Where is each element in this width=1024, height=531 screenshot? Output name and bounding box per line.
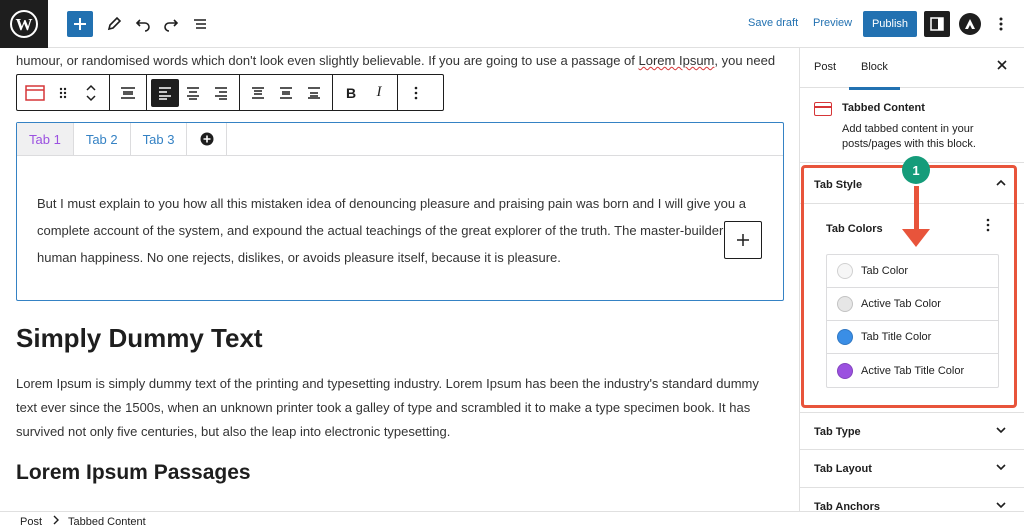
paragraph-lorem[interactable]: Lorem Ipsum is simply dummy text of the … [16, 372, 776, 444]
chevron-up-down-icon [86, 84, 96, 101]
chevron-down-icon [996, 460, 1006, 474]
vertical-top-button[interactable] [244, 79, 272, 107]
tools-button[interactable] [103, 10, 125, 38]
panel-tab-layout[interactable]: Tab Layout [800, 450, 1024, 488]
publish-button[interactable]: Publish [863, 11, 917, 37]
bold-button[interactable]: B [337, 79, 365, 107]
annotation-highlight-box [801, 165, 1017, 408]
wordpress-logo[interactable]: W [0, 0, 48, 48]
redo-button[interactable] [160, 10, 182, 38]
tabbed-content-block[interactable]: Tab 1 Tab 2 Tab 3 But I must explain to … [16, 122, 784, 301]
block-align-button[interactable] [114, 79, 142, 107]
panel-tab-type[interactable]: Tab Type [800, 412, 1024, 450]
more-options-icon [999, 17, 1003, 31]
tab-1[interactable]: Tab 1 [17, 123, 74, 156]
annotation-arrow-icon [902, 229, 930, 247]
heading-simply-dummy-text[interactable]: Simply Dummy Text [16, 323, 263, 354]
more-vertical-icon [414, 86, 418, 99]
preview-button[interactable]: Preview [813, 17, 852, 29]
spelling-error: Lorem Ipsum [638, 53, 715, 68]
list-view-button[interactable] [189, 10, 211, 38]
align-right-button[interactable] [207, 79, 235, 107]
block-card-title: Tabbed Content [842, 102, 925, 114]
intro-text-2: , you need [714, 53, 776, 68]
tab-2[interactable]: Tab 2 [73, 123, 131, 156]
annotation-step-badge: 1 [902, 156, 930, 184]
editor-canvas: humour, or randomised words which don't … [0, 48, 799, 511]
breadcrumb-tabbed-content[interactable]: Tabbed Content [68, 516, 146, 528]
editor-header: W Save draft Preview Publish [0, 0, 1024, 48]
panel-tab-type-label: Tab Type [814, 426, 861, 438]
align-top-icon [252, 86, 264, 99]
options-group [398, 75, 434, 110]
vertical-bottom-button[interactable] [300, 79, 328, 107]
block-toolbar: B I [16, 74, 444, 111]
bold-icon: B [345, 84, 357, 101]
chevron-right-icon [53, 515, 59, 528]
chevron-down-icon [996, 423, 1006, 437]
block-breadcrumb: Post Tabbed Content [0, 511, 1024, 531]
sidebar-tabs: Post Block [800, 48, 1024, 90]
block-options-button[interactable] [402, 79, 430, 107]
align-wide-icon [121, 86, 135, 99]
intro-paragraph[interactable]: humour, or randomised words which don't … [16, 53, 786, 68]
move-up-down-button[interactable] [77, 79, 105, 107]
block-switcher-group [17, 75, 110, 110]
italic-icon: I [376, 84, 382, 100]
tab-list: Tab 1 Tab 2 Tab 3 [17, 123, 228, 156]
drag-handle-icon [59, 87, 67, 98]
block-type-button[interactable] [21, 79, 49, 107]
text-align-group [147, 75, 240, 110]
format-group: B I [333, 75, 398, 110]
drag-handle[interactable] [49, 79, 77, 107]
vertical-align-group [240, 75, 333, 110]
block-card: Tabbed Content Add tabbed content in you… [800, 88, 1024, 163]
astra-settings-button[interactable] [959, 13, 981, 35]
tab-content-text[interactable]: But I must explain to you how all this m… [37, 190, 752, 271]
tab-3[interactable]: Tab 3 [130, 123, 188, 156]
wordpress-logo-icon: W [10, 10, 38, 38]
panel-tab-layout-label: Tab Layout [814, 463, 872, 475]
block-inserter-button[interactable] [724, 221, 762, 259]
heading-lorem-passages[interactable]: Lorem Ipsum Passages [16, 461, 251, 485]
align-left-icon [159, 86, 171, 100]
undo-button[interactable] [132, 10, 154, 38]
pencil-icon [107, 16, 122, 31]
align-right-icon [215, 86, 227, 100]
undo-icon [135, 19, 150, 32]
more-options-button[interactable] [994, 14, 1008, 34]
tabbed-content-icon [814, 102, 832, 116]
chevron-down-icon [996, 498, 1006, 512]
redo-icon [164, 19, 179, 32]
align-center-icon [187, 86, 199, 100]
add-tab-button[interactable] [187, 123, 228, 156]
close-icon [997, 60, 1007, 70]
list-view-icon [194, 19, 206, 29]
tabbed-content-icon [25, 84, 45, 101]
sidebar-toggle-icon [930, 17, 944, 31]
settings-sidebar-toggle[interactable] [924, 11, 950, 37]
save-draft-button[interactable]: Save draft [748, 17, 798, 29]
align-bottom-icon [308, 86, 320, 99]
align-left-button[interactable] [151, 78, 179, 107]
alignment-group [110, 75, 147, 110]
astra-icon [965, 19, 975, 29]
block-card-description: Add tabbed content in your posts/pages w… [842, 123, 976, 150]
italic-button[interactable]: I [365, 79, 393, 107]
svg-text:W: W [16, 15, 33, 34]
close-sidebar-button[interactable] [996, 58, 1008, 74]
align-middle-icon [280, 86, 292, 99]
breadcrumb-post[interactable]: Post [20, 516, 42, 528]
plus-icon [74, 18, 86, 30]
add-circle-icon [200, 132, 214, 146]
vertical-middle-button[interactable] [272, 79, 300, 107]
intro-text-1: humour, or randomised words which don't … [16, 53, 639, 68]
tab-block[interactable]: Block [849, 61, 900, 90]
add-block-button[interactable] [67, 11, 93, 37]
plus-icon [737, 234, 749, 246]
align-center-button[interactable] [179, 79, 207, 107]
tab-post[interactable]: Post [814, 61, 836, 73]
annotation-arrow-shaft [914, 186, 919, 232]
